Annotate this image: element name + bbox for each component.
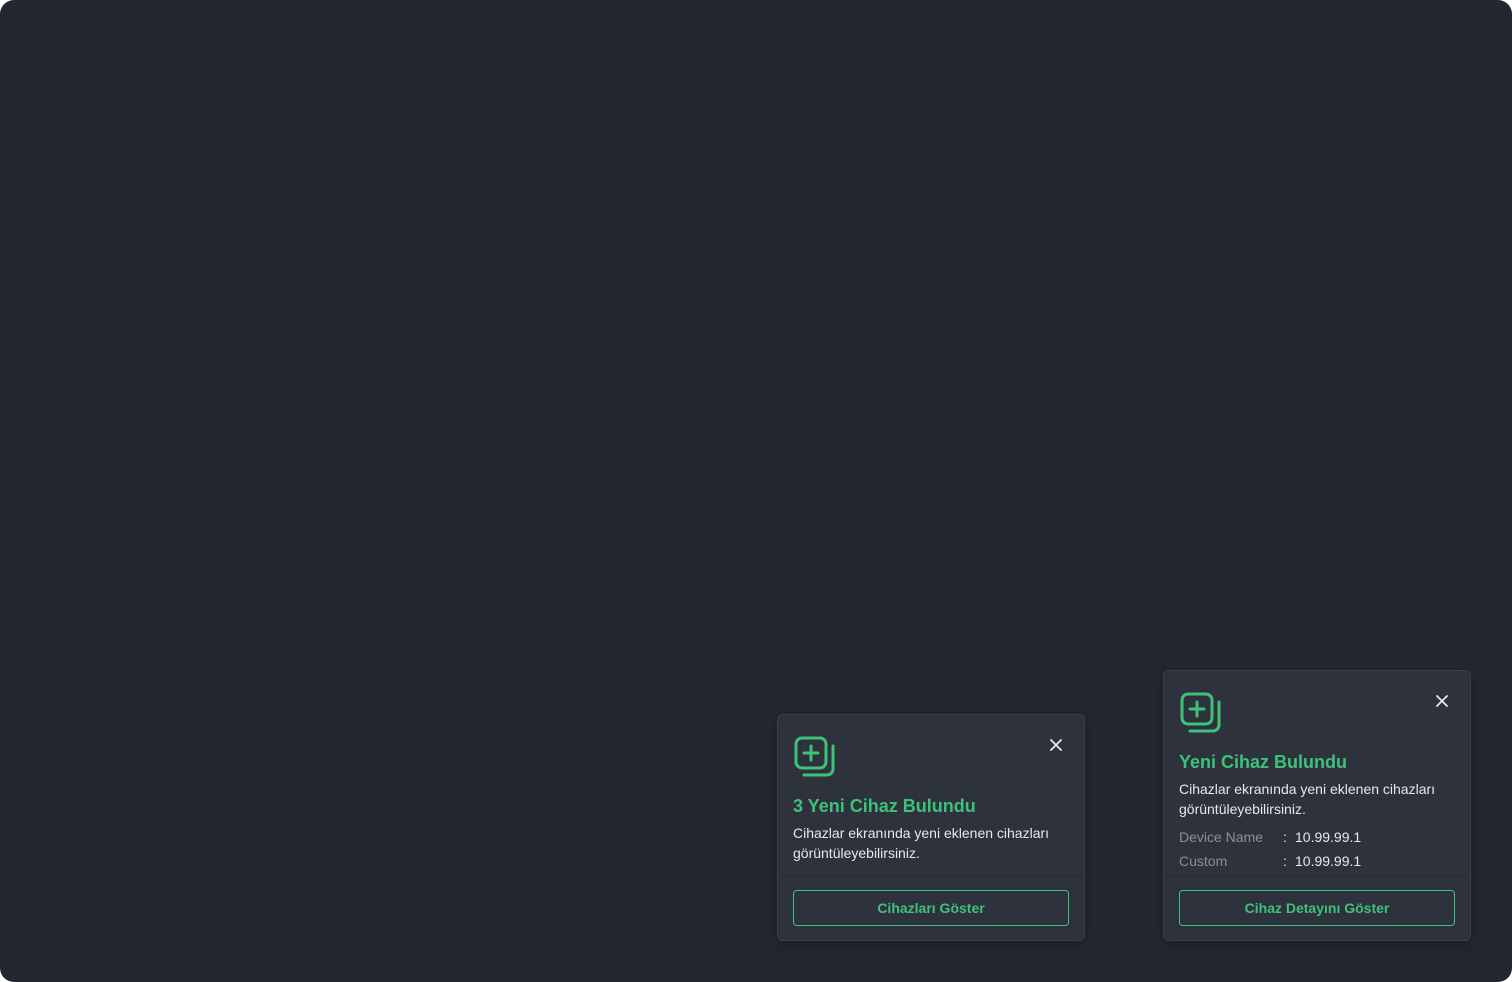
detail-label: Custom xyxy=(1179,853,1228,869)
close-icon[interactable] xyxy=(1432,691,1452,711)
close-icon[interactable] xyxy=(1046,735,1066,755)
notification-title: Yeni Cihaz Bulundu xyxy=(1179,752,1348,772)
show-device-detail-button[interactable]: Cihaz Detayını Göster xyxy=(1179,890,1455,926)
new-device-notification: Yeni Cihaz Bulundu Cihazlar ekranında ye… xyxy=(1163,670,1471,941)
add-stack-icon xyxy=(1179,691,1223,735)
new-devices-notification: 3 Yeni Cihaz Bulundu Cihazlar ekranında … xyxy=(777,714,1085,941)
detail-value: 10.99.99.1 xyxy=(1295,853,1362,869)
notification-description: Cihazlar ekranında yeni eklenen cihazlar… xyxy=(793,825,1050,861)
detail-value: 10.99.99.1 xyxy=(1295,829,1362,845)
add-stack-icon xyxy=(793,735,837,779)
notification-title: 3 Yeni Cihaz Bulundu xyxy=(793,796,976,816)
detail-separator: : xyxy=(1283,829,1287,845)
custom-row: Custom : 10.99.99.1 xyxy=(1179,851,1455,871)
desktop-background: 3 Yeni Cihaz Bulundu Cihazlar ekranında … xyxy=(0,0,1512,982)
divider xyxy=(778,875,1084,876)
show-devices-button[interactable]: Cihazları Göster xyxy=(793,890,1069,926)
divider xyxy=(1164,875,1470,876)
notification-description: Cihazlar ekranında yeni eklenen cihazlar… xyxy=(1179,781,1436,817)
detail-label: Device Name xyxy=(1179,829,1264,845)
device-name-row: Device Name : 10.99.99.1 xyxy=(1179,827,1455,847)
detail-separator: : xyxy=(1283,853,1287,869)
